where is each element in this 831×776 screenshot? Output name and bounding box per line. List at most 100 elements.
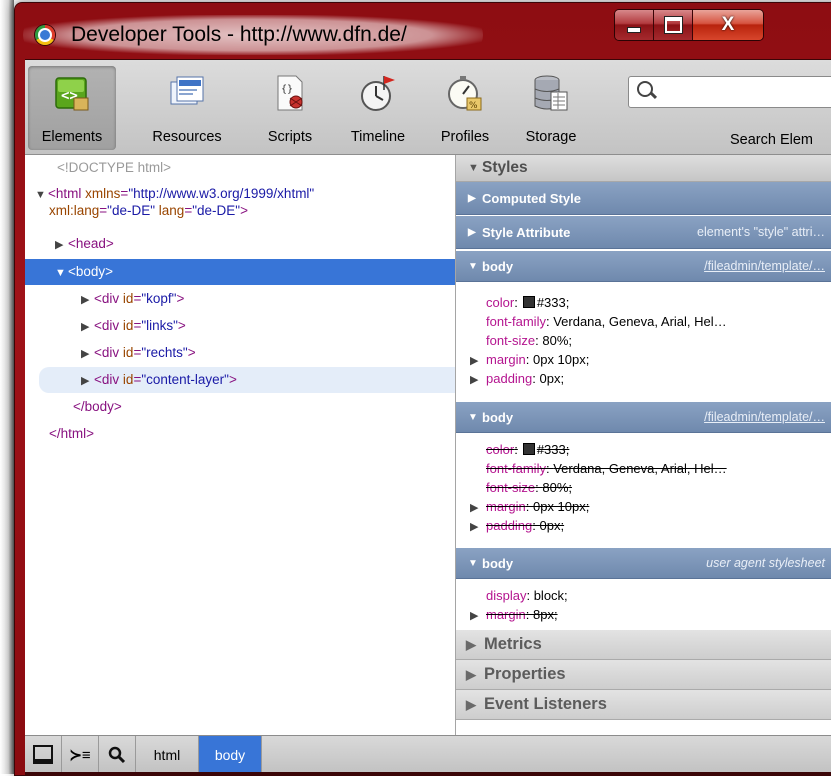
html-val-lang: "de-DE"	[192, 203, 241, 218]
collapsed-triangle-icon[interactable]: ▶	[81, 341, 94, 367]
prop-value: 8px;	[532, 607, 558, 622]
tab-resources[interactable]: Resources	[146, 66, 228, 150]
dock-button[interactable]	[25, 736, 62, 773]
svg-text:%: %	[469, 101, 478, 111]
dom-doctype[interactable]: <!DOCTYPE html>	[25, 155, 455, 181]
color-swatch[interactable]	[522, 296, 535, 308]
breadcrumb-body[interactable]: body	[199, 736, 262, 773]
div-attr: id	[122, 291, 134, 306]
properties-section-header[interactable]: ▶ Properties	[456, 660, 831, 690]
prop-name: padding	[486, 371, 533, 386]
window-bottom-edge	[25, 772, 831, 776]
html-val-xmlns: "http://www.w3.org/1999/xhtml"	[128, 186, 315, 201]
rule-source-label: user agent stylesheet	[706, 556, 825, 570]
body-tag: <body>	[68, 264, 114, 279]
prop-name: padding	[486, 518, 533, 533]
elements-icon: <>	[52, 72, 92, 114]
rule-selector: body	[482, 409, 514, 425]
prop-margin[interactable]: ▶ margin: 0px 10px;	[456, 350, 831, 369]
title-bar[interactable]: Developer Tools - http://www.dfn.de/ X	[15, 3, 831, 61]
prop-margin[interactable]: ▶ margin: 0px 10px;	[456, 497, 831, 516]
prop-value: Verdana, Geneva, Arial, Hel…	[553, 461, 727, 476]
rule-header[interactable]: ▼ body /fileadmin/template/…	[456, 402, 831, 433]
console-button[interactable]: ≻≡	[62, 736, 99, 773]
prop-font-size[interactable]: font-size: 80%;	[456, 478, 831, 497]
dom-tree-panel[interactable]: <!DOCTYPE html> ▼ <html xmlns="http://www…	[25, 155, 456, 735]
prop-font-family[interactable]: font-family: Verdana, Geneva, Arial, Hel…	[456, 459, 831, 478]
collapsed-triangle-icon[interactable]: ▶	[470, 607, 486, 626]
style-attribute-note: element's "style" attri…	[697, 225, 825, 239]
maximize-button[interactable]	[654, 10, 693, 40]
collapsed-triangle-icon[interactable]: ▶	[55, 232, 68, 258]
rule-header[interactable]: ▼ body /fileadmin/template/…	[456, 251, 831, 282]
dom-node-body-close[interactable]: </body>	[25, 394, 455, 420]
expanded-triangle-icon[interactable]: ▼	[55, 260, 68, 286]
prop-value: 0px;	[539, 518, 565, 533]
prop-font-family[interactable]: font-family: Verdana, Geneva, Arial, Hel…	[456, 312, 831, 331]
div-tag: <div	[94, 372, 120, 387]
collapsed-triangle-icon[interactable]: ▶	[470, 518, 486, 537]
collapsed-triangle-icon[interactable]: ▶	[81, 314, 94, 340]
dom-node-head[interactable]: ▶ <head>	[25, 231, 455, 258]
prop-color[interactable]: color: #333;	[456, 293, 831, 312]
computed-style-title: Computed Style	[482, 190, 581, 206]
panel-toolbar: <> Elements Resources {} Scripts Timelin…	[25, 60, 831, 155]
prop-margin[interactable]: ▶ margin: 8px;	[456, 605, 831, 624]
collapsed-triangle-icon[interactable]: ▶	[81, 368, 94, 394]
tab-storage[interactable]: Storage	[515, 66, 587, 150]
styles-sidebar: ▼ Styles ▶ Computed Style ▶ Style Attribute…	[456, 155, 831, 735]
tab-timeline[interactable]: Timeline	[343, 66, 413, 150]
prop-name: color	[486, 442, 515, 457]
prop-font-size[interactable]: font-size: 80%;	[456, 331, 831, 350]
rule-body: display: block; ▶ margin: 8px;	[456, 580, 831, 632]
rule-source-link[interactable]: /fileadmin/template/…	[704, 259, 825, 273]
metrics-section-header[interactable]: ▶ Metrics	[456, 630, 831, 660]
prop-padding[interactable]: ▶ padding: 0px;	[456, 516, 831, 535]
styles-section-header[interactable]: ▼ Styles	[456, 155, 831, 182]
tab-timeline-label: Timeline	[350, 129, 406, 145]
div-val: "content-layer"	[141, 372, 229, 387]
dom-node-div-kopf[interactable]: ▶ <div id="kopf">	[25, 286, 455, 313]
rule-source-link[interactable]: /fileadmin/template/…	[704, 410, 825, 424]
collapsed-triangle-icon: ▶	[466, 696, 476, 712]
dom-node-html-close[interactable]: </html>	[25, 421, 455, 447]
tab-profiles[interactable]: % Profiles	[433, 66, 497, 150]
prop-value: block;	[533, 588, 568, 603]
event-listeners-section-header[interactable]: ▶ Event Listeners	[456, 690, 831, 720]
dom-node-div-links[interactable]: ▶ <div id="links">	[25, 313, 455, 340]
dom-node-div-content-layer[interactable]: ▶ <div id="content-layer">	[39, 367, 455, 394]
breadcrumb-html[interactable]: html	[136, 736, 199, 773]
prop-value: 0px;	[539, 371, 565, 386]
body-close-tag: </body>	[73, 399, 122, 414]
dom-node-body[interactable]: ▼ <body>	[25, 259, 455, 286]
tab-scripts[interactable]: {} Scripts	[257, 66, 323, 150]
html-val-xmllang: "de-DE"	[107, 203, 156, 218]
inspect-button[interactable]	[99, 736, 136, 773]
prop-display[interactable]: display: block;	[456, 586, 831, 605]
minimize-button[interactable]	[615, 10, 654, 40]
event-listeners-title: Event Listeners	[484, 695, 607, 713]
search-input[interactable]	[628, 76, 831, 108]
close-button[interactable]: X	[693, 10, 763, 40]
style-attribute-header[interactable]: ▶ Style Attribute element's "style" attri…	[456, 216, 831, 249]
prop-color[interactable]: color: #333;	[456, 440, 831, 459]
rule-selector: body	[482, 258, 514, 274]
prop-value: 0px 10px;	[532, 352, 590, 367]
rule-header[interactable]: ▼ body user agent stylesheet	[456, 548, 831, 579]
collapsed-triangle-icon[interactable]: ▶	[470, 371, 486, 390]
prop-padding[interactable]: ▶ padding: 0px;	[456, 369, 831, 388]
dom-node-div-rechts[interactable]: ▶ <div id="rechts">	[25, 340, 455, 367]
div-tag: <div	[94, 291, 120, 306]
color-swatch[interactable]	[522, 443, 535, 455]
collapsed-triangle-icon[interactable]: ▶	[81, 287, 94, 313]
collapsed-triangle-icon: ▶	[466, 666, 476, 682]
tab-elements[interactable]: <> Elements	[28, 66, 116, 150]
console-icon: ≻≡	[69, 746, 91, 764]
html-attr-lang: lang	[158, 203, 185, 218]
html-close-tag: </html>	[49, 426, 95, 441]
div-val: "kopf"	[141, 291, 177, 306]
prop-name: font-size	[486, 333, 536, 348]
tab-scripts-label: Scripts	[267, 129, 313, 145]
computed-style-header[interactable]: ▶ Computed Style	[456, 182, 831, 215]
search-caption: Search Elem	[730, 132, 814, 148]
